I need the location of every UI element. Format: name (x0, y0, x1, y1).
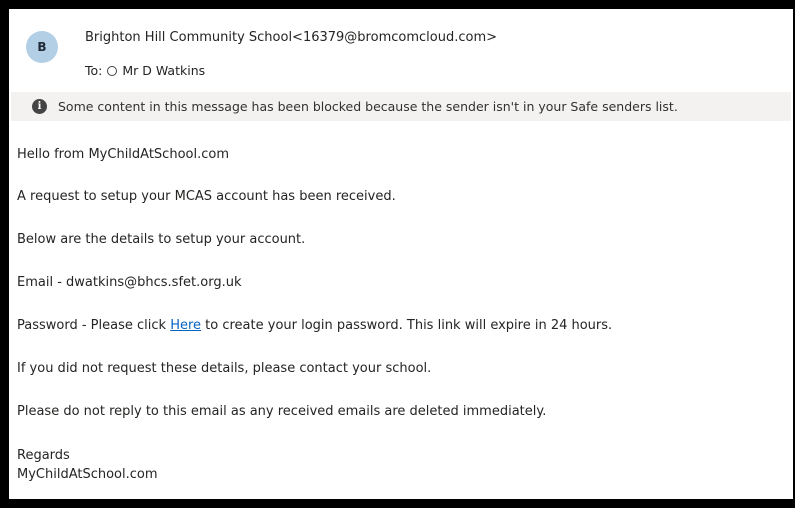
email-reading-pane: B Brighton Hill Community School<16379@b… (9, 9, 793, 499)
email-header: B Brighton Hill Community School<16379@b… (9, 9, 793, 88)
details-intro-line: Below are the details to setup your acco… (17, 232, 306, 247)
banner-text: Some content in this message has been bl… (58, 99, 678, 114)
sender-avatar[interactable]: B (26, 31, 58, 63)
request-line: A request to setup your MCAS account has… (17, 189, 396, 204)
recipient-line: To: Mr D Watkins (85, 63, 205, 78)
password-line: Password - Please click Here to create y… (17, 318, 612, 333)
password-setup-link[interactable]: Here (170, 318, 201, 333)
not-requested-line: If you did not request these details, pl… (17, 361, 432, 376)
regards-line: Regards (17, 448, 70, 463)
no-reply-line: Please do not reply to this email as any… (17, 404, 547, 419)
password-text-before: Password - Please click (17, 318, 171, 333)
recipient-name[interactable]: Mr D Watkins (122, 63, 205, 78)
info-icon: i (32, 99, 47, 114)
sender-name[interactable]: Brighton Hill Community School<16379@bro… (85, 30, 497, 45)
password-text-after: to create your login password. This link… (201, 318, 613, 333)
greeting-line: Hello from MyChildAtSchool.com (17, 147, 229, 162)
presence-status-icon (107, 65, 118, 76)
blocked-content-banner: i Some content in this message has been … (11, 92, 791, 121)
to-label: To: (85, 63, 103, 78)
signature-line: MyChildAtSchool.com (17, 467, 158, 482)
email-line: Email - dwatkins@bhcs.sfet.org.uk (17, 275, 242, 290)
